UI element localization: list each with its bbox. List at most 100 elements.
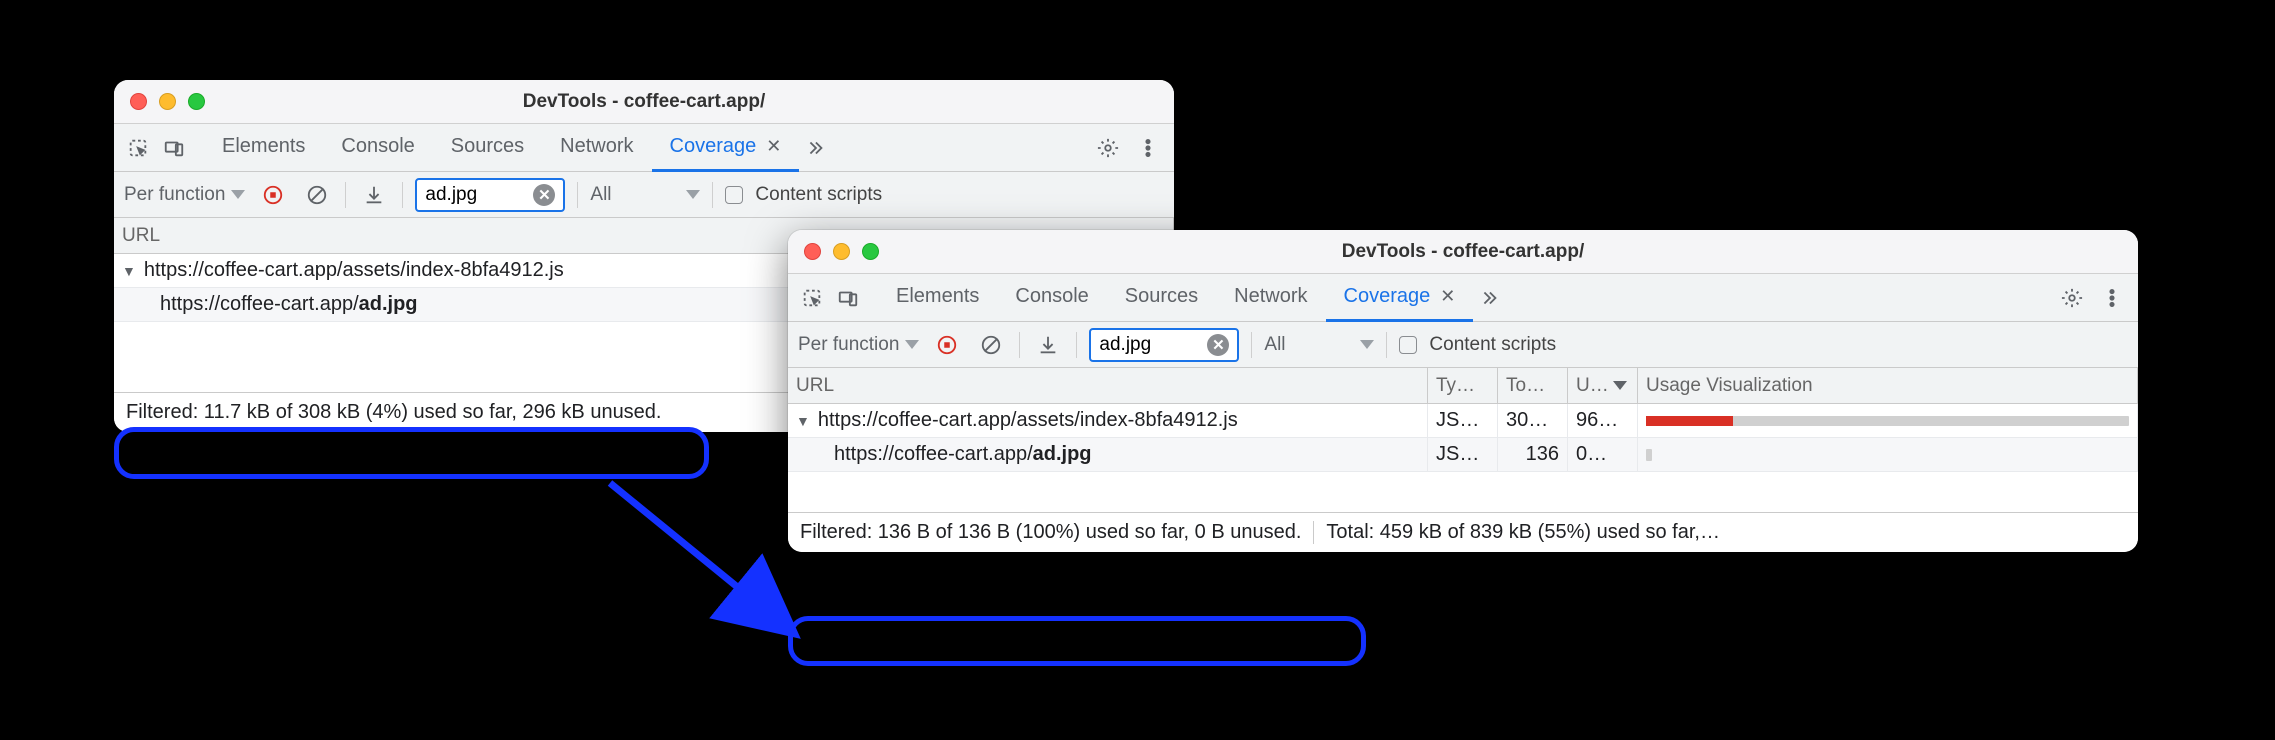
record-button[interactable] <box>931 329 963 361</box>
separator <box>402 182 403 208</box>
disclosure-triangle-icon[interactable]: ▼ <box>796 413 810 429</box>
tab-label: Console <box>1015 285 1088 308</box>
content-scripts-checkbox[interactable] <box>1399 336 1417 354</box>
disclosure-triangle-icon[interactable]: ▼ <box>122 263 136 279</box>
tab-coverage[interactable]: Coverage ✕ <box>1326 274 1474 322</box>
column-usage[interactable]: Usage Visualization <box>1638 368 2138 403</box>
zoom-window-icon[interactable] <box>188 93 205 110</box>
tab-sources[interactable]: Sources <box>1107 274 1216 322</box>
tab-label: Coverage <box>670 135 757 158</box>
dropdown-label: Per function <box>124 184 225 206</box>
clear-button[interactable] <box>301 179 333 211</box>
tab-coverage[interactable]: Coverage ✕ <box>652 124 800 172</box>
usage-bar <box>1646 416 2129 426</box>
settings-icon[interactable] <box>1092 132 1124 164</box>
dropdown-label: All <box>1264 334 1285 356</box>
window-title: DevTools - coffee-cart.app/ <box>114 91 1174 113</box>
separator <box>1251 332 1252 358</box>
kebab-menu-icon[interactable] <box>1132 132 1164 164</box>
table-row[interactable]: ▼ https://coffee-cart.app/assets/index-8… <box>788 404 2138 438</box>
export-button[interactable] <box>358 179 390 211</box>
column-total[interactable]: To… <box>1498 368 1568 403</box>
granularity-select[interactable]: Per function <box>798 334 919 356</box>
kebab-menu-icon[interactable] <box>2096 282 2128 314</box>
column-type[interactable]: Ty… <box>1428 368 1498 403</box>
url-filter[interactable]: ✕ <box>1089 328 1239 362</box>
column-url[interactable]: URL <box>788 368 1428 403</box>
usage-bar <box>1646 449 1652 461</box>
device-toolbar-icon[interactable] <box>160 134 188 162</box>
url-filter-input[interactable] <box>1099 334 1199 356</box>
window-title: DevTools - coffee-cart.app/ <box>788 241 2138 263</box>
content-scripts-label: Content scripts <box>1429 334 1556 356</box>
sort-desc-icon <box>1613 381 1627 390</box>
tab-label: Network <box>560 135 633 158</box>
close-window-icon[interactable] <box>804 243 821 260</box>
main-tabstrip: Elements Console Sources Network Coverag… <box>114 124 1174 172</box>
device-toolbar-icon[interactable] <box>834 284 862 312</box>
annotation-highlight <box>114 427 709 479</box>
window-controls[interactable] <box>804 243 879 260</box>
titlebar: DevTools - coffee-cart.app/ <box>114 80 1174 124</box>
url-filter[interactable]: ✕ <box>415 178 565 212</box>
coverage-toolbar: Per function ✕ All Content scripts <box>788 322 2138 368</box>
tab-elements[interactable]: Elements <box>878 274 997 322</box>
minimize-window-icon[interactable] <box>833 243 850 260</box>
url-text: https://coffee-cart.app/ <box>160 293 359 316</box>
close-tab-icon[interactable]: ✕ <box>766 136 781 157</box>
cell-type: JS… <box>1428 438 1498 471</box>
status-filtered: Filtered: 11.7 kB of 308 kB (4%) used so… <box>114 401 674 424</box>
table-header: URL Ty… To… U… Usage Visualization <box>788 368 2138 404</box>
chevron-down-icon <box>905 340 919 349</box>
type-filter-select[interactable]: All <box>1264 334 1374 356</box>
tab-label: Console <box>341 135 414 158</box>
separator <box>577 182 578 208</box>
dropdown-label: All <box>590 184 611 206</box>
coverage-toolbar: Per function ✕ All Content scripts <box>114 172 1174 218</box>
granularity-select[interactable]: Per function <box>124 184 245 206</box>
export-button[interactable] <box>1032 329 1064 361</box>
cell-total: 136 <box>1498 438 1568 471</box>
tab-console[interactable]: Console <box>323 124 432 172</box>
tab-label: Coverage <box>1344 285 1431 308</box>
tab-sources[interactable]: Sources <box>433 124 542 172</box>
cell-unused: 96… <box>1568 404 1638 437</box>
window-controls[interactable] <box>130 93 205 110</box>
cell-total: 30… <box>1498 404 1568 437</box>
tab-elements[interactable]: Elements <box>204 124 323 172</box>
tab-network[interactable]: Network <box>1216 274 1325 322</box>
minimize-window-icon[interactable] <box>159 93 176 110</box>
annotation-highlight <box>788 616 1366 666</box>
separator <box>1386 332 1387 358</box>
more-tabs-icon[interactable] <box>799 132 831 164</box>
settings-icon[interactable] <box>2056 282 2088 314</box>
url-filter-input[interactable] <box>425 184 525 206</box>
inspect-icon[interactable] <box>124 134 152 162</box>
column-unused[interactable]: U… <box>1568 368 1638 403</box>
clear-filter-icon[interactable]: ✕ <box>533 184 555 206</box>
table-row[interactable]: https://coffee-cart.app/ad.jpg JS… 136 0… <box>788 438 2138 472</box>
cell-type: JS… <box>1428 404 1498 437</box>
record-button[interactable] <box>257 179 289 211</box>
type-filter-select[interactable]: All <box>590 184 700 206</box>
close-tab-icon[interactable]: ✕ <box>1440 286 1455 307</box>
url-text: https://coffee-cart.app/assets/index-8bf… <box>144 259 564 282</box>
clear-button[interactable] <box>975 329 1007 361</box>
titlebar: DevTools - coffee-cart.app/ <box>788 230 2138 274</box>
separator <box>1019 332 1020 358</box>
zoom-window-icon[interactable] <box>862 243 879 260</box>
tab-network[interactable]: Network <box>542 124 651 172</box>
tab-console[interactable]: Console <box>997 274 1106 322</box>
more-tabs-icon[interactable] <box>1473 282 1505 314</box>
chevron-down-icon <box>686 190 700 199</box>
tab-label: Network <box>1234 285 1307 308</box>
clear-filter-icon[interactable]: ✕ <box>1207 334 1229 356</box>
content-scripts-checkbox[interactable] <box>725 186 743 204</box>
close-window-icon[interactable] <box>130 93 147 110</box>
main-tabstrip: Elements Console Sources Network Coverag… <box>788 274 2138 322</box>
url-text: https://coffee-cart.app/ <box>834 443 1033 466</box>
tab-label: Sources <box>1125 285 1198 308</box>
inspect-icon[interactable] <box>798 284 826 312</box>
status-total: Total: 459 kB of 839 kB (55%) used so fa… <box>1314 521 1732 544</box>
dropdown-label: Per function <box>798 334 899 356</box>
